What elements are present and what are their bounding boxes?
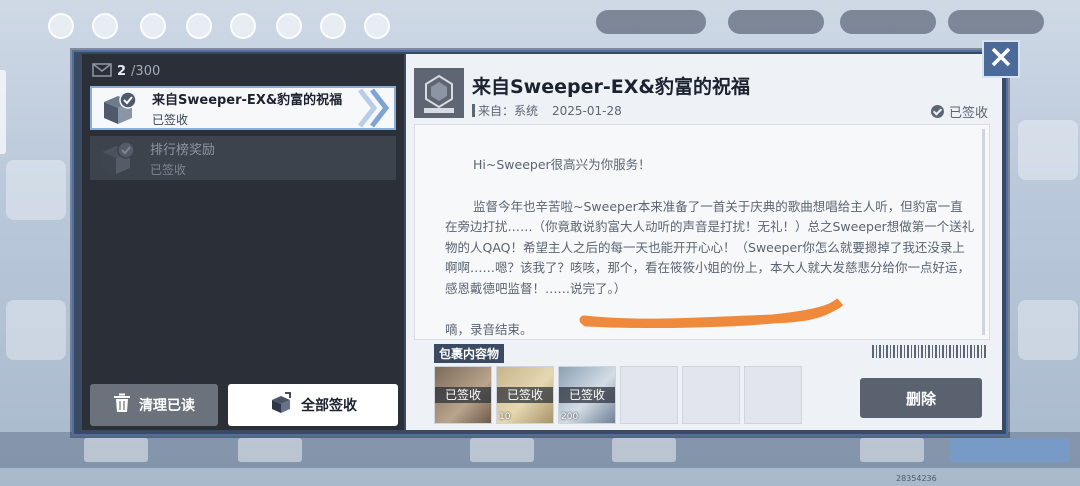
- attachment-slot[interactable]: 已签收 200: [558, 366, 616, 424]
- attachment-qty: 200: [561, 412, 579, 422]
- mail-body-scrollbar[interactable]: [982, 129, 985, 335]
- mail-paragraph: 监督今年也辛苦啦~Sweeper本来准备了一首关于庆典的歌曲想唱给主人听，但豹富…: [445, 198, 975, 296]
- bg-side-tile: [6, 160, 66, 220]
- barcode-decoration: [872, 345, 988, 358]
- bg-bottom-item: [612, 438, 676, 462]
- mail-check-icon: [98, 88, 138, 128]
- attachment-slot-empty: [620, 366, 678, 424]
- bg-side-tile: [6, 300, 66, 360]
- bg-bottom-item: [84, 438, 148, 462]
- mail-date: 2025-01-28: [552, 103, 622, 118]
- bg-bottom-item: [238, 438, 302, 462]
- delete-button[interactable]: 删除: [860, 378, 982, 418]
- attachment-slot[interactable]: 已签收: [434, 366, 492, 424]
- background-top-bar: [0, 0, 1080, 50]
- clear-read-button[interactable]: 清理已读: [90, 384, 218, 426]
- bg-icon: [140, 13, 166, 39]
- signed-label: 已签收: [948, 106, 988, 121]
- bg-icon: [186, 13, 212, 39]
- mail-list-item-selected[interactable]: 来自Sweeper-EX&豹富的祝福 已签收: [90, 86, 396, 130]
- bg-currency-pill: [948, 10, 1044, 34]
- orange-scribble-mark: [579, 298, 844, 328]
- close-icon: [990, 46, 1012, 72]
- trash-icon: [113, 393, 131, 417]
- close-button[interactable]: [982, 40, 1020, 78]
- bg-currency-pill: [840, 10, 936, 34]
- bg-bottom-item: [860, 438, 924, 462]
- bg-side-tile: [1018, 120, 1078, 180]
- bg-bottom-item: [950, 438, 1070, 462]
- mail-count-current: 2: [117, 63, 127, 79]
- attachment-qty: 10: [499, 412, 511, 422]
- mail-list-item-status: 已签收: [152, 112, 189, 127]
- package-contents-label: 包裹内容物: [434, 344, 505, 363]
- mail-meta: 来自：系统 2025-01-28: [472, 102, 622, 119]
- bg-icon: [230, 13, 256, 39]
- check-circle-icon: [930, 105, 944, 118]
- bg-icon: [320, 13, 346, 39]
- attachment-slot-empty: [744, 366, 802, 424]
- mail-list-item[interactable]: 排行榜奖励 已签收: [90, 136, 396, 180]
- bg-icon: [48, 13, 74, 39]
- attachment-status: 已签收: [559, 387, 615, 403]
- attachment-slot[interactable]: 已签收 10: [496, 366, 554, 424]
- footer-code: 28354236: [896, 474, 937, 483]
- meta-bar: [472, 104, 475, 117]
- mail-body-spacer: [445, 176, 975, 197]
- bg-side-tile: [1018, 300, 1078, 360]
- mail-list-panel: 2 /300 来自Sweeper-EX&豹富的祝福 已签收 排行榜奖励 已签收 …: [82, 54, 404, 430]
- mail-list-item-text: 来自Sweeper-EX&豹富的祝福 已签收: [152, 89, 342, 128]
- attachment-status: 已签收: [435, 387, 491, 403]
- signed-status: 已签收: [930, 102, 988, 121]
- mail-greeting: Hi~Sweeper很高兴为你服务！: [473, 157, 651, 172]
- mail-title: 来自Sweeper-EX&豹富的祝福: [472, 76, 750, 98]
- bg-currency-pill: [596, 10, 706, 34]
- bg-icon: [276, 13, 302, 39]
- clear-read-label: 清理已读: [139, 398, 195, 414]
- bg-icon: [92, 13, 118, 39]
- claim-all-label: 全部签收: [301, 398, 357, 414]
- claim-all-button[interactable]: 全部签收: [228, 384, 398, 426]
- bg-side-tab: [0, 70, 6, 154]
- mail-detail-panel: 来自Sweeper-EX&豹富的祝福 来自：系统 2025-01-28 已签收 …: [406, 54, 1002, 430]
- mail-sender: 来自：系统: [478, 104, 539, 118]
- mail-dialog: 2 /300 来自Sweeper-EX&豹富的祝福 已签收 排行榜奖励 已签收 …: [72, 50, 1008, 436]
- mail-check-icon: [96, 138, 136, 178]
- logo-icon: [414, 68, 464, 118]
- claim-box-icon: [269, 392, 293, 418]
- mail-list-item-status: 已签收: [150, 162, 187, 177]
- mail-count: 2 /300: [92, 62, 160, 80]
- bg-icon: [364, 13, 390, 39]
- bg-currency-pill: [728, 10, 824, 34]
- attachment-status: 已签收: [497, 387, 553, 403]
- mail-list-item-title: 来自Sweeper-EX&豹富的祝福: [152, 92, 343, 108]
- mail-icon: [92, 62, 112, 81]
- mail-count-total: /300: [131, 63, 161, 79]
- mail-list-item-title: 排行榜奖励: [150, 142, 216, 158]
- chevron-right-icon: [356, 88, 392, 128]
- mail-list-item-text: 排行榜奖励 已签收: [150, 139, 215, 178]
- bg-bottom-item: [470, 438, 534, 462]
- attachment-slot-empty: [682, 366, 740, 424]
